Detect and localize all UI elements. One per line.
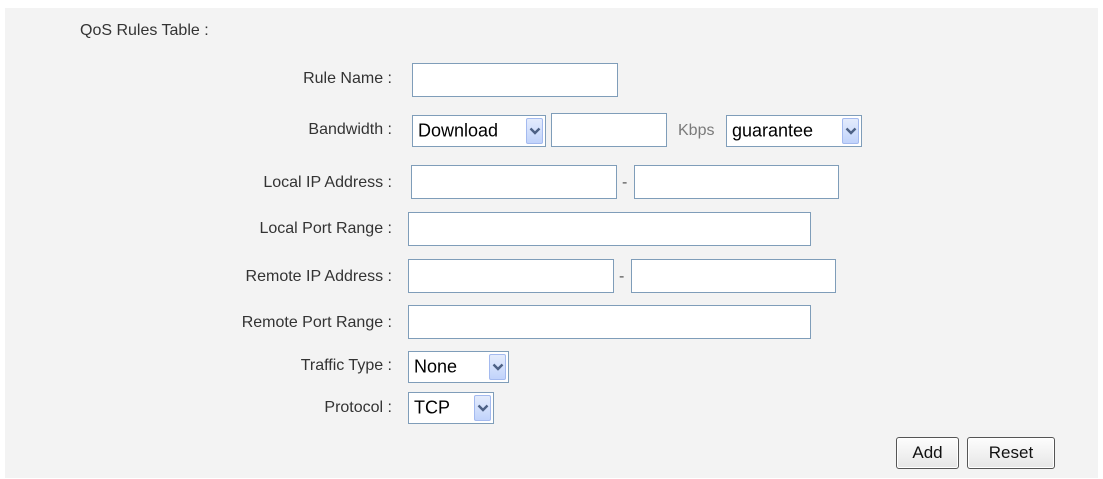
traffic-type-label: Traffic Type :: [300, 357, 392, 374]
bandwidth-direction-select[interactable]: Download: [412, 115, 546, 147]
rule-name-label: Rule Name :: [303, 70, 392, 87]
bandwidth-mode-value: guarantee: [732, 120, 814, 141]
local-ip-label: Local IP Address :: [263, 174, 392, 191]
traffic-type-value: None: [414, 356, 458, 377]
protocol-value: TCP: [414, 397, 450, 418]
chevron-down-icon[interactable]: [842, 118, 859, 144]
bandwidth-mode-select[interactable]: guarantee: [726, 115, 862, 147]
rule-name-input[interactable]: [412, 63, 618, 97]
add-button[interactable]: Add: [896, 437, 959, 469]
local-ip-separator: -: [622, 174, 628, 191]
traffic-type-select[interactable]: None: [408, 351, 509, 383]
local-ip-start-input[interactable]: [411, 165, 617, 199]
local-ip-end-input[interactable]: [634, 165, 839, 199]
remote-port-range-input[interactable]: [408, 305, 811, 339]
remote-port-range-label: Remote Port Range :: [241, 314, 392, 331]
remote-ip-separator: -: [619, 268, 625, 285]
local-port-range-label: Local Port Range :: [259, 220, 392, 237]
remote-ip-end-input[interactable]: [631, 259, 836, 293]
local-port-range-input[interactable]: [408, 212, 811, 246]
bandwidth-rate-input[interactable]: [551, 113, 667, 147]
bandwidth-label: Bandwidth :: [308, 121, 392, 138]
reset-button[interactable]: Reset: [967, 437, 1055, 469]
bandwidth-direction-value: Download: [418, 120, 499, 141]
chevron-down-icon[interactable]: [526, 118, 543, 144]
protocol-select[interactable]: TCP: [408, 392, 494, 424]
chevron-down-icon[interactable]: [489, 354, 506, 380]
bandwidth-unit-label: Kbps: [678, 122, 715, 139]
qos-rules-table-title: QoS Rules Table :: [80, 22, 209, 39]
remote-ip-start-input[interactable]: [408, 259, 614, 293]
remote-ip-label: Remote IP Address :: [245, 268, 392, 285]
protocol-label: Protocol :: [324, 399, 392, 416]
chevron-down-icon[interactable]: [474, 395, 491, 421]
